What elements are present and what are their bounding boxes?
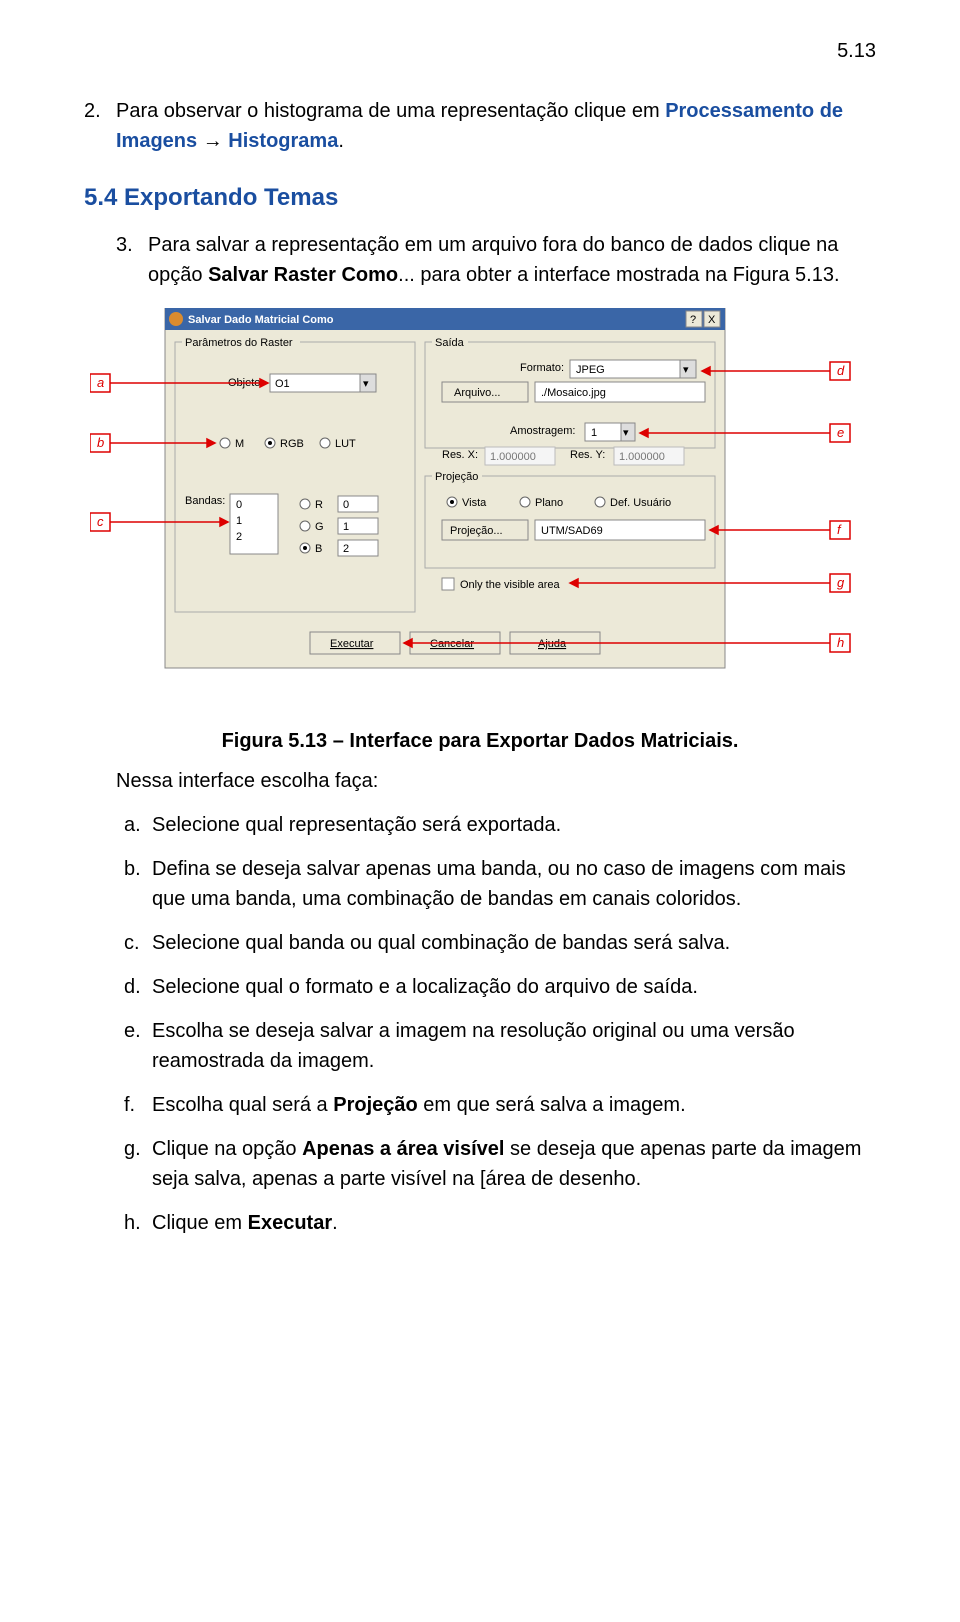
menu-name: Histograma xyxy=(228,130,338,152)
groupbox-label: Parâmetros do Raster xyxy=(185,337,293,349)
list-item: Escolha se deseja salvar a imagem na res… xyxy=(152,1016,876,1076)
svg-text:LUT: LUT xyxy=(335,438,356,450)
callout-g: g xyxy=(837,575,845,590)
svg-text:2: 2 xyxy=(343,543,349,555)
list-number-2: 2. xyxy=(84,96,116,156)
svg-text:M: M xyxy=(235,438,244,450)
paragraph: Para salvar a representação em um arquiv… xyxy=(148,230,876,290)
svg-text:▾: ▾ xyxy=(363,378,369,390)
svg-text:Res. Y:: Res. Y: xyxy=(570,449,605,461)
svg-text:RGB: RGB xyxy=(280,438,304,450)
radio-r[interactable] xyxy=(300,499,310,509)
svg-text:2: 2 xyxy=(236,531,242,543)
groupbox-label-saida: Saída xyxy=(435,337,465,349)
list-item: Defina se deseja salvar apenas uma banda… xyxy=(152,854,876,914)
radio-m[interactable] xyxy=(220,438,230,448)
list-item: Clique em Executar. xyxy=(152,1208,876,1238)
svg-text:0: 0 xyxy=(343,499,349,511)
svg-text:JPEG: JPEG xyxy=(576,364,605,376)
svg-text:1: 1 xyxy=(591,427,597,439)
paragraph: Nessa interface escolha faça: xyxy=(116,766,876,796)
figure-dialog: Salvar Dado Matricial Como ? X Parâmetro… xyxy=(90,308,870,708)
callout-a: a xyxy=(97,375,104,390)
dialog-title: Salvar Dado Matricial Como xyxy=(188,314,334,326)
list-letter: b. xyxy=(124,854,152,914)
page-number: 5.13 xyxy=(837,36,876,66)
callout-f: f xyxy=(837,522,842,537)
radio-plano[interactable] xyxy=(520,497,530,507)
section-heading: 5.4 Exportando Temas xyxy=(84,180,876,216)
svg-text:Executar: Executar xyxy=(330,638,374,650)
callout-h: h xyxy=(837,635,844,650)
list-letter: a. xyxy=(124,810,152,840)
svg-text:1.000000: 1.000000 xyxy=(619,451,665,463)
svg-text:Res. X:: Res. X: xyxy=(442,449,478,461)
list-item: Clique na opção Apenas a área visível se… xyxy=(152,1134,876,1194)
list-item: Selecione qual representação será export… xyxy=(152,810,876,840)
svg-text:Projeção...: Projeção... xyxy=(450,525,503,537)
text: → xyxy=(197,130,228,152)
text: . xyxy=(338,130,344,152)
svg-text:0: 0 xyxy=(236,499,242,511)
text: Para observar o histograma de uma repres… xyxy=(116,100,665,122)
svg-text:R: R xyxy=(315,499,323,511)
svg-text:Plano: Plano xyxy=(535,497,563,509)
list-letter: f. xyxy=(124,1090,152,1120)
figure-caption: Figura 5.13 – Interface para Exportar Da… xyxy=(84,726,876,756)
svg-text:▾: ▾ xyxy=(623,427,629,439)
callout-c: c xyxy=(97,514,104,529)
svg-text:1: 1 xyxy=(236,515,242,527)
svg-text:▾: ▾ xyxy=(683,364,689,376)
svg-text:Vista: Vista xyxy=(462,497,487,509)
svg-text:./Mosaico.jpg: ./Mosaico.jpg xyxy=(541,387,606,399)
radio-lut[interactable] xyxy=(320,438,330,448)
list-letter: h. xyxy=(124,1208,152,1238)
callout-b: b xyxy=(97,435,104,450)
help-icon[interactable]: ? xyxy=(690,314,696,326)
svg-text:Arquivo...: Arquivo... xyxy=(454,387,500,399)
list-letter: e. xyxy=(124,1016,152,1076)
close-icon[interactable]: X xyxy=(708,314,716,326)
svg-text:Def. Usuário: Def. Usuário xyxy=(610,497,671,509)
svg-text:G: G xyxy=(315,521,324,533)
list-letter: c. xyxy=(124,928,152,958)
svg-text:1: 1 xyxy=(343,521,349,533)
svg-text:1.000000: 1.000000 xyxy=(490,451,536,463)
groupbox-label-proj: Projeção xyxy=(435,471,478,483)
label-amostragem: Amostragem: xyxy=(510,425,575,437)
svg-text:Ajuda: Ajuda xyxy=(538,638,567,650)
list-item: Selecione qual banda ou qual combinação … xyxy=(152,928,876,958)
option-name: Salvar Raster Como xyxy=(208,264,398,286)
list-number-3: 3. xyxy=(116,230,148,290)
value-objeto: O1 xyxy=(275,378,290,390)
text: ... para obter a interface mostrada na F… xyxy=(398,264,839,286)
svg-text:B: B xyxy=(315,543,322,555)
svg-text:Cancelar: Cancelar xyxy=(430,638,474,650)
callout-d: d xyxy=(837,363,845,378)
paragraph: Para observar o histograma de uma repres… xyxy=(116,96,876,156)
list-item: Escolha qual será a Projeção em que será… xyxy=(152,1090,876,1120)
label-bandas: Bandas: xyxy=(185,495,225,507)
visible-area-checkbox[interactable] xyxy=(442,578,454,590)
list-item: Selecione qual o formato e a localização… xyxy=(152,972,876,1002)
label-formato: Formato: xyxy=(520,362,564,374)
radio-defusuario[interactable] xyxy=(595,497,605,507)
list-letter: d. xyxy=(124,972,152,1002)
svg-text:UTM/SAD69: UTM/SAD69 xyxy=(541,525,603,537)
radio-g[interactable] xyxy=(300,521,310,531)
callout-e: e xyxy=(837,425,844,440)
svg-text:Only the visible area: Only the visible area xyxy=(460,579,561,591)
list-letter: g. xyxy=(124,1134,152,1194)
